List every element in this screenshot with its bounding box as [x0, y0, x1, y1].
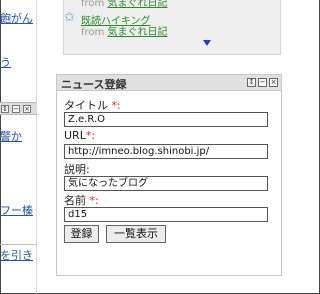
feed-item-1-source[interactable]: 気まぐれ日記 [107, 0, 167, 9]
left-link-2[interactable]: う [0, 54, 37, 70]
url-label: URL*: [64, 129, 96, 142]
list-view-button[interactable]: 一覧表示 [106, 225, 166, 243]
move-icon[interactable]: ↕ [1, 105, 9, 113]
news-widget-header: ニュース登録 ↕ − × [57, 75, 281, 91]
name-input[interactable]: d15 [64, 207, 268, 222]
left-link-3[interactable]: 警か [0, 128, 37, 144]
left-widget-header: ↕ − × [0, 102, 37, 115]
right-column: from 気まぐれ日記 ✩ 既読ハイキング from 気まぐれ日記 ニュース登録… [38, 0, 283, 294]
news-registration-widget: ニュース登録 ↕ − × タイトル *: Z.e.R.O URL*: http:… [56, 74, 282, 276]
star-icon: ✩ [64, 10, 75, 25]
news-widget-title: ニュース登録 [61, 78, 127, 91]
title-label: タイトル *: [64, 99, 121, 112]
move-icon[interactable]: ↕ [247, 78, 256, 87]
minimize-icon[interactable]: − [258, 78, 267, 87]
feed-item-2-source-line: from 気まぐれ日記 [81, 27, 168, 38]
feed-widget: from 気まぐれ日記 ✩ 既読ハイキング from 気まぐれ日記 [63, 0, 281, 55]
url-input[interactable]: http://imneo.blog.shinobi.jp/ [64, 144, 268, 159]
left-link-5[interactable]: を引き [0, 247, 37, 263]
feed-item-1-source-line: from 気まぐれ日記 [81, 0, 168, 9]
description-label: 説明: [64, 163, 90, 176]
minimize-icon[interactable]: − [12, 105, 20, 113]
left-link-4[interactable]: フー榛 [0, 202, 37, 218]
description-input[interactable]: 気になったブログ [64, 176, 268, 191]
close-icon[interactable]: × [23, 105, 31, 113]
scroll-down-icon[interactable] [203, 40, 211, 46]
left-link-1[interactable]: 飽がん [0, 10, 37, 26]
close-icon[interactable]: × [269, 78, 278, 87]
left-column: 飽がん う ↕ − × 警か フー榛 を引き [0, 0, 37, 294]
name-label: 名前 *: [64, 194, 99, 207]
feed-item-2-source[interactable]: 気まぐれ日記 [107, 27, 167, 38]
left-divider [0, 244, 37, 245]
title-input[interactable]: Z.e.R.O [64, 112, 268, 127]
register-button[interactable]: 登録 [64, 225, 99, 243]
